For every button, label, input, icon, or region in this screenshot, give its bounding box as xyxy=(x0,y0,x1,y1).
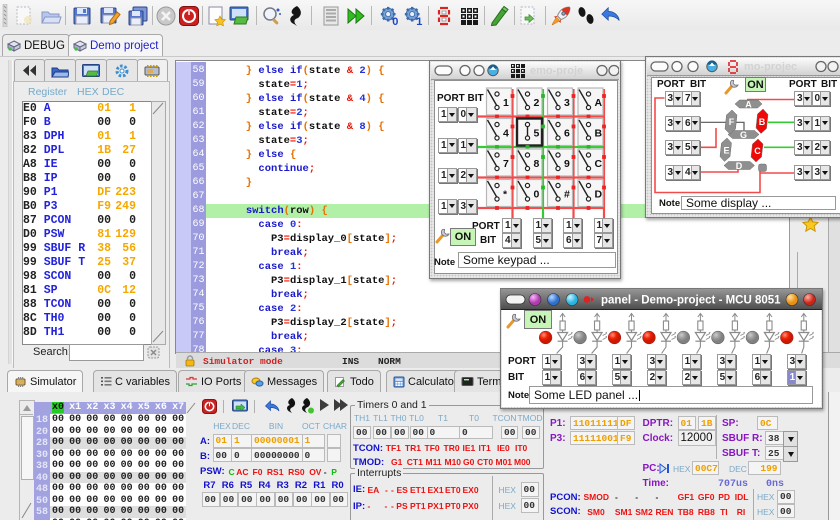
svg-text:C: C xyxy=(595,158,603,170)
svg-text:A: A xyxy=(745,100,752,110)
svg-text:0: 0 xyxy=(534,189,540,201)
svg-text:E: E xyxy=(723,146,729,156)
svg-text:8: 8 xyxy=(534,158,540,170)
svg-text:3: 3 xyxy=(564,97,570,109)
svg-text:D: D xyxy=(736,161,743,171)
svg-text:1: 1 xyxy=(416,16,422,27)
svg-text:PORT: PORT xyxy=(657,79,685,90)
svg-text:BIT: BIT xyxy=(480,235,496,246)
svg-text:PORT: PORT xyxy=(789,79,817,90)
svg-text:6: 6 xyxy=(564,128,570,140)
svg-text:9: 9 xyxy=(564,158,570,170)
svg-text:F: F xyxy=(729,117,735,127)
svg-text:BIT: BIT xyxy=(821,79,837,90)
svg-text:5: 5 xyxy=(534,128,540,140)
svg-text:1: 1 xyxy=(503,97,509,109)
svg-text:C: C xyxy=(754,146,761,156)
svg-text:BIT: BIT xyxy=(690,79,706,90)
svg-text:PORT: PORT xyxy=(472,221,500,232)
svg-text:A: A xyxy=(595,97,603,109)
svg-text:4: 4 xyxy=(503,128,509,140)
svg-text:PORT: PORT xyxy=(508,356,536,367)
svg-text:#: # xyxy=(564,189,570,201)
svg-text:B: B xyxy=(595,128,603,140)
svg-text:2: 2 xyxy=(534,97,540,109)
svg-text:0: 0 xyxy=(392,16,398,27)
svg-text:B: B xyxy=(759,117,766,127)
svg-text:PORT BIT: PORT BIT xyxy=(437,93,484,104)
svg-text:G: G xyxy=(740,130,747,140)
svg-text:7: 7 xyxy=(503,158,509,170)
svg-text:D: D xyxy=(595,189,603,201)
svg-text:BIT: BIT xyxy=(508,372,524,383)
